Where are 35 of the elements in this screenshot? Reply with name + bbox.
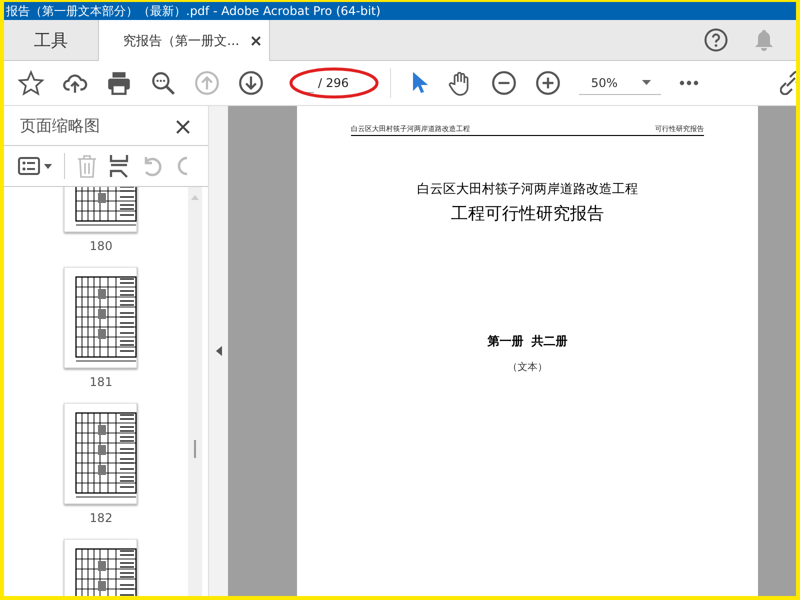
arrow-down-icon[interactable]: [238, 70, 264, 96]
close-icon[interactable]: [176, 120, 190, 134]
printer-icon[interactable]: [106, 70, 132, 96]
scroll-thumb[interactable]: [194, 440, 196, 458]
page-number-label: 182: [90, 511, 112, 525]
page-number-label: 181: [90, 375, 112, 389]
search-icon[interactable]: [150, 70, 176, 96]
page-thumbnail[interactable]: [64, 403, 138, 505]
tab-label: 工具: [34, 30, 68, 52]
zoom-dropdown[interactable]: 50%: [579, 72, 661, 94]
caret-left-icon[interactable]: [216, 346, 222, 356]
page-number-label: 180: [90, 239, 112, 253]
collapse-handle[interactable]: [209, 106, 228, 596]
page-total: / 296: [318, 76, 349, 90]
list-options-icon[interactable]: [18, 156, 40, 176]
volume-text: 第一册 共二册: [487, 333, 568, 350]
close-icon[interactable]: [251, 36, 262, 46]
star-icon[interactable]: [18, 70, 44, 96]
caret-icon[interactable]: [44, 164, 52, 168]
page-thumbnail[interactable]: [64, 267, 138, 369]
panel-title: 页面缩略图: [20, 116, 100, 137]
zoom-in-icon[interactable]: [535, 70, 561, 96]
help-icon[interactable]: [704, 28, 728, 52]
zoom-out-icon[interactable]: [491, 70, 517, 96]
link-icon[interactable]: [780, 71, 796, 95]
document-title: 白云区大田村筷子河两岸道路改造工程: [417, 181, 638, 198]
window-title: 报告（第一册文本部分）（最新）.pdf - Adobe Acrobat Pro (64-bit): [6, 2, 381, 20]
scrollbar[interactable]: [188, 187, 202, 596]
tab-label: 究报告（第一册文...: [123, 32, 240, 50]
more-icon[interactable]: [678, 80, 699, 86]
document-title: 工程可行性研究报告: [451, 203, 604, 225]
caret-icon: [642, 80, 651, 85]
tab[interactable]: 究报告（第一册文...: [99, 20, 270, 61]
insert-pages-icon[interactable]: [109, 154, 129, 178]
subtitle-text: （文本）: [508, 360, 548, 374]
